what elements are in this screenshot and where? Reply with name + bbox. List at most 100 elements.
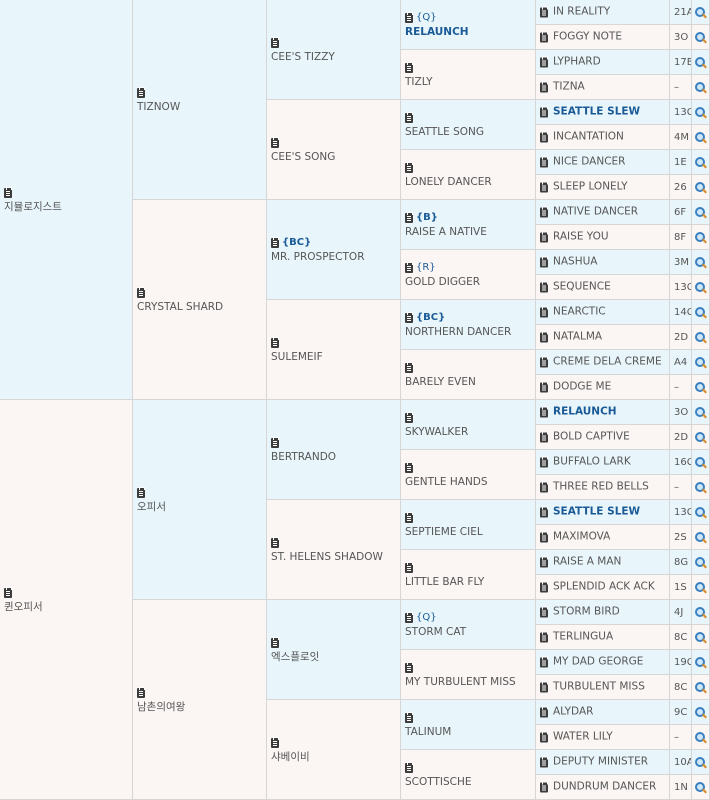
clipboard-icon[interactable] xyxy=(405,761,413,773)
search-cell[interactable] xyxy=(692,175,710,200)
clipboard-icon[interactable] xyxy=(271,736,279,748)
horse-cell-gen3[interactable]: 샤베이비 xyxy=(267,700,401,800)
magnifier-icon[interactable] xyxy=(695,406,706,418)
horse-name-link[interactable]: ALYDAR xyxy=(553,706,593,719)
horse-name-link[interactable]: MY DAD GEORGE xyxy=(553,656,643,669)
magnifier-icon[interactable] xyxy=(695,706,706,718)
search-cell[interactable] xyxy=(692,375,710,400)
horse-name-link[interactable]: DUNDRUM DANCER xyxy=(553,781,656,794)
clipboard-icon[interactable] xyxy=(405,461,413,473)
clipboard-icon[interactable] xyxy=(271,336,279,348)
horse-name-link[interactable]: SKYWALKER xyxy=(405,426,533,439)
clipboard-icon[interactable] xyxy=(540,31,548,42)
search-cell[interactable] xyxy=(692,25,710,50)
clipboard-icon[interactable] xyxy=(540,556,548,567)
search-cell[interactable] xyxy=(692,775,710,800)
horse-name-link[interactable]: RELAUNCH xyxy=(553,406,617,419)
horse-name-link[interactable]: 남촌의여왕 xyxy=(137,701,264,714)
clipboard-icon[interactable] xyxy=(540,356,548,367)
horse-cell-gen5[interactable]: SEQUENCE xyxy=(536,275,670,300)
search-cell[interactable] xyxy=(692,100,710,125)
horse-name-link[interactable]: 지뮬로지스트 xyxy=(4,201,130,214)
clipboard-icon[interactable] xyxy=(540,81,548,92)
horse-cell-gen4[interactable]: SEATTLE SONG xyxy=(401,100,536,150)
horse-cell-gen5[interactable]: THREE RED BELLS xyxy=(536,475,670,500)
horse-name-link[interactable]: NATALMA xyxy=(553,331,602,344)
horse-name-link[interactable]: CREME DELA CREME xyxy=(553,356,662,369)
horse-cell-gen5[interactable]: MAXIMOVA xyxy=(536,525,670,550)
horse-cell-gen5[interactable]: CREME DELA CREME xyxy=(536,350,670,375)
horse-name-link[interactable]: FOGGY NOTE xyxy=(553,31,622,44)
horse-cell-gen4[interactable]: SEPTIEME CIEL xyxy=(401,500,536,550)
magnifier-icon[interactable] xyxy=(695,756,706,768)
horse-name-link[interactable]: TIZNOW xyxy=(137,101,264,114)
horse-name-link[interactable]: RELAUNCH xyxy=(405,26,533,39)
horse-cell-gen3[interactable]: 엑스플로잇 xyxy=(267,600,401,700)
horse-name-link[interactable]: TERLINGUA xyxy=(553,631,613,644)
horse-name-link[interactable]: SULEMEIF xyxy=(271,351,398,364)
clipboard-icon[interactable] xyxy=(405,611,413,623)
horse-name-link[interactable]: MAXIMOVA xyxy=(553,531,610,544)
horse-name-link[interactable]: BUFFALO LARK xyxy=(553,456,631,469)
search-cell[interactable] xyxy=(692,75,710,100)
horse-name-link[interactable]: LONELY DANCER xyxy=(405,176,533,189)
horse-name-link[interactable]: NASHUA xyxy=(553,256,597,269)
horse-cell-gen5[interactable]: TERLINGUA xyxy=(536,625,670,650)
horse-cell-gen4[interactable]: LONELY DANCER xyxy=(401,150,536,200)
clipboard-icon[interactable] xyxy=(4,586,12,598)
clipboard-icon[interactable] xyxy=(137,286,145,298)
horse-cell-gen5[interactable]: FOGGY NOTE xyxy=(536,25,670,50)
search-cell[interactable] xyxy=(692,600,710,625)
magnifier-icon[interactable] xyxy=(695,206,706,218)
magnifier-icon[interactable] xyxy=(695,281,706,293)
horse-cell-gen4[interactable]: TALINUM xyxy=(401,700,536,750)
magnifier-icon[interactable] xyxy=(695,381,706,393)
horse-name-link[interactable]: TIZLY xyxy=(405,76,533,89)
magnifier-icon[interactable] xyxy=(695,431,706,443)
clipboard-icon[interactable] xyxy=(271,236,279,248)
horse-cell-gen5[interactable]: NICE DANCER xyxy=(536,150,670,175)
clipboard-icon[interactable] xyxy=(271,636,279,648)
horse-cell-gen5[interactable]: RAISE A MAN xyxy=(536,550,670,575)
horse-name-link[interactable]: NATIVE DANCER xyxy=(553,206,638,219)
search-cell[interactable] xyxy=(692,700,710,725)
horse-name-link[interactable]: DEPUTY MINISTER xyxy=(553,756,648,769)
search-cell[interactable] xyxy=(692,350,710,375)
horse-cell-gen5[interactable]: NATALMA xyxy=(536,325,670,350)
search-cell[interactable] xyxy=(692,150,710,175)
horse-name-link[interactable]: SEATTLE SLEW xyxy=(553,106,640,119)
clipboard-icon[interactable] xyxy=(540,631,548,642)
search-cell[interactable] xyxy=(692,200,710,225)
horse-name-link[interactable]: MR. PROSPECTOR xyxy=(271,251,398,264)
horse-cell-gen3[interactable]: CEE'S TIZZY xyxy=(267,0,401,100)
clipboard-icon[interactable] xyxy=(540,106,548,117)
clipboard-icon[interactable] xyxy=(271,136,279,148)
clipboard-icon[interactable] xyxy=(271,36,279,48)
horse-name-link[interactable]: NORTHERN DANCER xyxy=(405,326,533,339)
search-cell[interactable] xyxy=(692,450,710,475)
clipboard-icon[interactable] xyxy=(405,11,413,23)
clipboard-icon[interactable] xyxy=(540,156,548,167)
magnifier-icon[interactable] xyxy=(695,106,706,118)
horse-cell-gen4[interactable]: {BC} NORTHERN DANCER xyxy=(401,300,536,350)
horse-cell-gen3[interactable]: BERTRANDO xyxy=(267,400,401,500)
clipboard-icon[interactable] xyxy=(405,361,413,373)
horse-cell-gen2[interactable]: 오피서 xyxy=(133,400,267,600)
horse-name-link[interactable]: RAISE YOU xyxy=(553,231,609,244)
horse-cell-gen5[interactable]: NEARCTIC xyxy=(536,300,670,325)
horse-cell-gen3[interactable]: CEE'S SONG xyxy=(267,100,401,200)
horse-name-link[interactable]: GENTLE HANDS xyxy=(405,476,533,489)
horse-name-link[interactable]: IN REALITY xyxy=(553,6,610,19)
clipboard-icon[interactable] xyxy=(405,511,413,523)
search-cell[interactable] xyxy=(692,125,710,150)
horse-cell-gen5[interactable]: ALYDAR xyxy=(536,700,670,725)
horse-cell-gen4[interactable]: BARELY EVEN xyxy=(401,350,536,400)
clipboard-icon[interactable] xyxy=(540,531,548,542)
horse-name-link[interactable]: 샤베이비 xyxy=(271,751,398,764)
horse-name-link[interactable]: BOLD CAPTIVE xyxy=(553,431,630,444)
magnifier-icon[interactable] xyxy=(695,581,706,593)
clipboard-icon[interactable] xyxy=(540,306,548,317)
magnifier-icon[interactable] xyxy=(695,556,706,568)
clipboard-icon[interactable] xyxy=(540,331,548,342)
clipboard-icon[interactable] xyxy=(540,606,548,617)
